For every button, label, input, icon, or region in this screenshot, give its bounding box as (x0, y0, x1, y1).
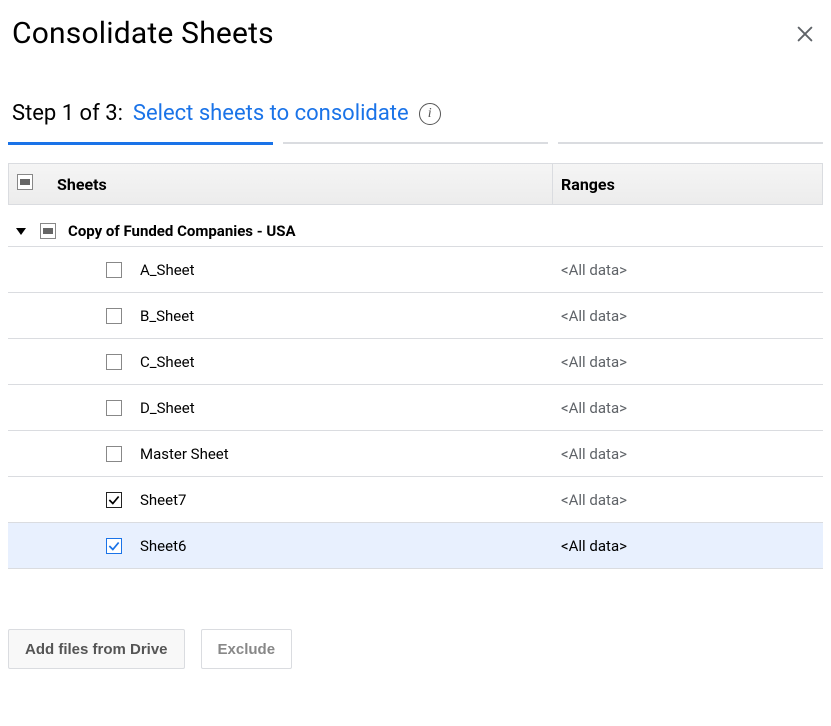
row-checkbox[interactable] (106, 492, 122, 508)
info-icon[interactable]: i (419, 103, 441, 125)
row-checkbox[interactable] (106, 538, 122, 554)
table-row[interactable]: B_Sheet <All data> (8, 293, 823, 339)
row-name: A_Sheet (140, 261, 195, 279)
table-row[interactable]: Sheet7 <All data> (8, 477, 823, 523)
sheets-table: Sheets Ranges Copy of Funded Companies -… (8, 163, 823, 569)
step-prefix: Step 1 of 3: (12, 101, 123, 126)
chevron-down-icon[interactable] (16, 228, 26, 235)
progress-step-2 (283, 142, 548, 144)
row-checkbox[interactable] (106, 400, 122, 416)
page-title: Consolidate Sheets (12, 16, 274, 51)
col-ranges: Ranges (552, 164, 822, 204)
row-range[interactable]: <All data> (553, 399, 823, 417)
row-name: Sheet7 (140, 491, 186, 509)
select-all-checkbox[interactable] (17, 174, 33, 190)
table-row[interactable]: Master Sheet <All data> (8, 431, 823, 477)
group-row[interactable]: Copy of Funded Companies - USA (8, 205, 823, 247)
col-sheets: Sheets (49, 175, 552, 194)
row-name: Master Sheet (140, 445, 229, 463)
table-header: Sheets Ranges (8, 163, 823, 205)
close-icon[interactable] (791, 20, 819, 48)
row-name: C_Sheet (140, 353, 195, 371)
row-checkbox[interactable] (106, 446, 122, 462)
row-name: B_Sheet (140, 307, 194, 325)
row-range[interactable]: <All data> (553, 261, 823, 279)
row-range[interactable]: <All data> (553, 445, 823, 463)
group-name: Copy of Funded Companies - USA (68, 222, 296, 240)
step-progress (8, 142, 823, 145)
row-checkbox[interactable] (106, 262, 122, 278)
table-row[interactable]: D_Sheet <All data> (8, 385, 823, 431)
action-bar: Add files from Drive Exclude (8, 629, 823, 669)
add-files-button[interactable]: Add files from Drive (8, 629, 185, 669)
row-checkbox[interactable] (106, 308, 122, 324)
row-range[interactable]: <All data> (553, 491, 823, 509)
progress-step-3 (558, 142, 823, 144)
row-range[interactable]: <All data> (553, 537, 823, 555)
table-row[interactable]: A_Sheet <All data> (8, 247, 823, 293)
step-action-link[interactable]: Select sheets to consolidate (133, 101, 409, 126)
step-heading: Step 1 of 3: Select sheets to consolidat… (8, 61, 823, 136)
table-row[interactable]: C_Sheet <All data> (8, 339, 823, 385)
progress-step-1 (8, 142, 273, 145)
row-name: D_Sheet (140, 399, 195, 417)
row-range[interactable]: <All data> (553, 307, 823, 325)
row-name: Sheet6 (140, 537, 186, 555)
exclude-button[interactable]: Exclude (201, 629, 293, 669)
table-row[interactable]: Sheet6 <All data> (8, 523, 823, 569)
row-checkbox[interactable] (106, 354, 122, 370)
group-checkbox[interactable] (40, 223, 56, 239)
row-range[interactable]: <All data> (553, 353, 823, 371)
